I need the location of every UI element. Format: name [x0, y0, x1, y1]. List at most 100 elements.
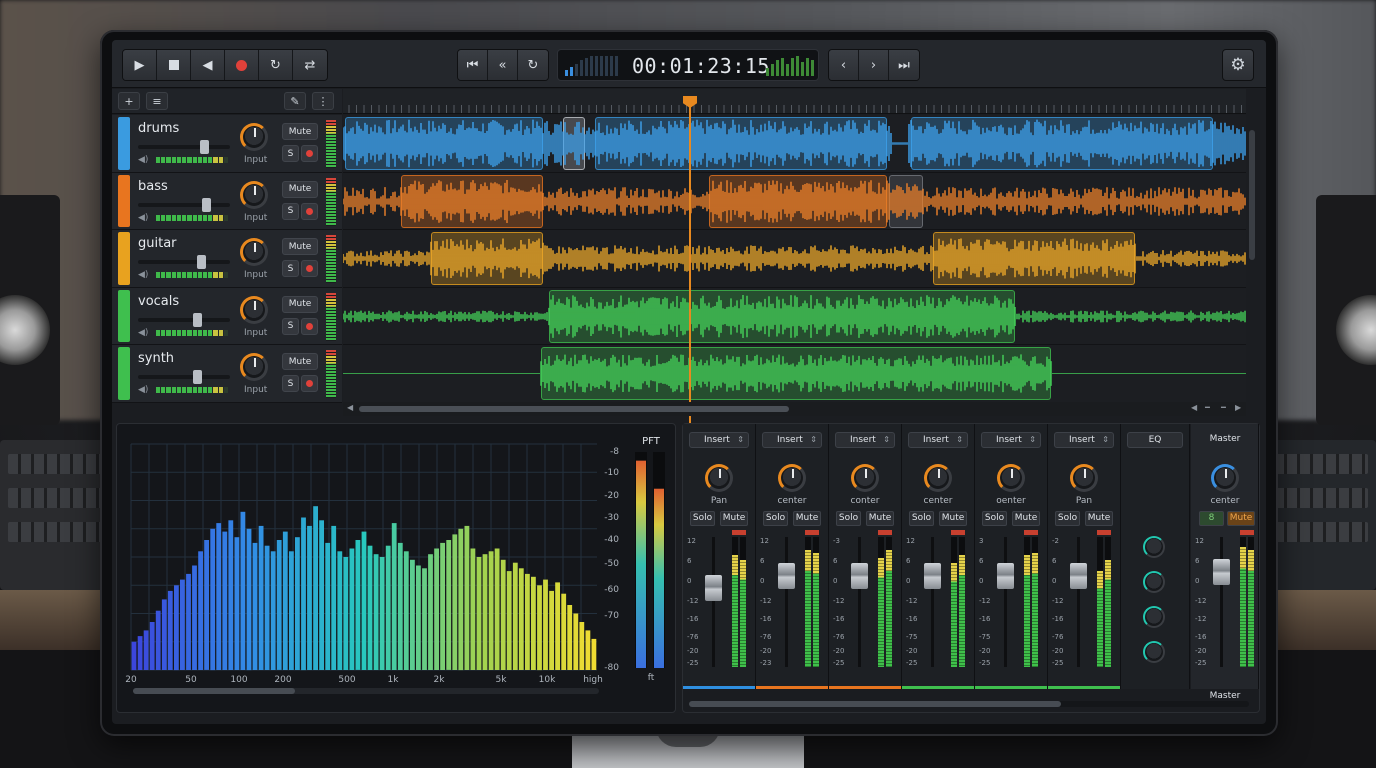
- track-solo-button[interactable]: S: [282, 317, 299, 335]
- fader-track[interactable]: [712, 537, 715, 667]
- channel-fader[interactable]: [778, 563, 795, 589]
- track-volume-slider[interactable]: [138, 255, 230, 269]
- insert-dropdown[interactable]: Insert: [689, 432, 749, 448]
- track-solo-button[interactable]: S: [282, 202, 299, 220]
- track-record-arm-button[interactable]: [301, 260, 318, 277]
- pencil-tool-button[interactable]: ✎: [284, 92, 306, 110]
- eq-knob[interactable]: [1143, 536, 1165, 558]
- play-button[interactable]: ▶: [123, 50, 157, 80]
- lane-synth[interactable]: [343, 345, 1246, 403]
- volume-slider-handle[interactable]: [197, 255, 206, 269]
- track-solo-button[interactable]: S: [282, 375, 299, 392]
- master-mute-button[interactable]: Mute: [1227, 511, 1255, 526]
- timeline-scroll-thumb[interactable]: [359, 406, 789, 412]
- track-mute-button[interactable]: Mute: [282, 123, 318, 140]
- track-list-button[interactable]: ≡: [146, 92, 168, 110]
- stop-button[interactable]: [157, 50, 191, 80]
- channel-fader[interactable]: [924, 563, 941, 589]
- loop-button[interactable]: ↻: [259, 50, 293, 80]
- track-volume-slider[interactable]: [138, 140, 230, 154]
- track-solo-button[interactable]: S: [282, 260, 299, 277]
- track-header-synth[interactable]: synth ◀) Input Mute S: [112, 345, 342, 403]
- pan-knob[interactable]: [851, 464, 879, 492]
- track-input-knob[interactable]: [240, 295, 268, 324]
- record-button[interactable]: [225, 50, 259, 80]
- master-fader-track[interactable]: [1220, 537, 1223, 667]
- eq-knob[interactable]: [1143, 606, 1165, 628]
- track-record-arm-button[interactable]: [301, 145, 318, 162]
- scroll-left-small-icon[interactable]: ◀: [1191, 403, 1197, 412]
- track-input-knob[interactable]: [240, 123, 268, 151]
- pan-knob[interactable]: [705, 464, 733, 492]
- volume-slider-handle[interactable]: [193, 312, 202, 327]
- mute-button[interactable]: Mute: [720, 511, 748, 526]
- scroll-left-icon[interactable]: ◀: [347, 403, 353, 412]
- lane-drums[interactable]: [343, 115, 1246, 173]
- solo-button[interactable]: Solo: [836, 511, 861, 526]
- track-header-bass[interactable]: bass ◀) Input Mute S: [112, 172, 342, 230]
- track-record-arm-button[interactable]: [301, 317, 318, 335]
- solo-button[interactable]: Solo: [763, 511, 788, 526]
- return-button[interactable]: ↻: [518, 50, 548, 80]
- channel-fader[interactable]: [705, 575, 722, 601]
- volume-slider-handle[interactable]: [193, 370, 202, 384]
- eq-button[interactable]: EQ: [1127, 432, 1183, 448]
- track-input-knob[interactable]: [240, 238, 268, 266]
- playhead[interactable]: [683, 96, 697, 443]
- fast-rewind-button[interactable]: «: [488, 50, 518, 80]
- lane-guitar[interactable]: [343, 230, 1246, 288]
- mute-button[interactable]: Mute: [793, 511, 821, 526]
- lane-bass[interactable]: [343, 173, 1246, 230]
- previous-marker-button[interactable]: ‹: [829, 50, 859, 80]
- channel-fader[interactable]: [997, 563, 1014, 589]
- track-volume-slider[interactable]: [138, 197, 230, 212]
- solo-button[interactable]: Solo: [690, 511, 715, 526]
- track-name[interactable]: vocals: [138, 294, 179, 309]
- channel-fader[interactable]: [1070, 563, 1087, 589]
- track-header-guitar[interactable]: guitar ◀) Input Mute S: [112, 230, 342, 288]
- track-volume-slider[interactable]: [138, 312, 230, 327]
- eq-knob[interactable]: [1143, 571, 1165, 593]
- insert-dropdown[interactable]: Insert: [835, 432, 895, 448]
- master-pan-knob[interactable]: [1211, 464, 1239, 492]
- mute-button[interactable]: Mute: [1085, 511, 1113, 526]
- track-name[interactable]: bass: [138, 179, 168, 194]
- settings-button[interactable]: ⚙: [1222, 49, 1254, 81]
- track-mute-button[interactable]: Mute: [282, 180, 318, 198]
- pan-knob[interactable]: [1070, 464, 1098, 492]
- mute-button[interactable]: Mute: [939, 511, 967, 526]
- track-mute-button[interactable]: Mute: [282, 353, 318, 370]
- pan-knob[interactable]: [997, 464, 1025, 492]
- add-track-button[interactable]: +: [118, 92, 140, 110]
- fader-track[interactable]: [1004, 537, 1007, 667]
- track-input-knob[interactable]: [240, 180, 268, 209]
- insert-dropdown[interactable]: Insert: [981, 432, 1041, 448]
- track-mute-button[interactable]: Mute: [282, 295, 318, 313]
- channel-fader[interactable]: [851, 563, 868, 589]
- arrangement-lanes[interactable]: [343, 115, 1246, 403]
- fader-track[interactable]: [858, 537, 861, 667]
- cycle-button[interactable]: ⇄: [293, 50, 327, 80]
- fader-track[interactable]: [931, 537, 934, 667]
- zoom-in-icon[interactable]: ━: [1221, 403, 1226, 412]
- vertical-scrollbar[interactable]: [1249, 130, 1255, 260]
- skip-to-end-button[interactable]: ⏭: [889, 50, 919, 80]
- track-header-vocals[interactable]: vocals ◀) Input Mute S: [112, 287, 342, 345]
- master-solo-button[interactable]: 8: [1199, 511, 1224, 526]
- mute-button[interactable]: Mute: [1012, 511, 1040, 526]
- track-header-drums[interactable]: drums ◀) Input Mute S: [112, 115, 342, 173]
- rewind-to-start-button[interactable]: ◀: [191, 50, 225, 80]
- mixer-horizontal-scrollbar[interactable]: [689, 701, 1249, 707]
- scroll-right-icon[interactable]: ▶: [1235, 403, 1241, 412]
- track-name[interactable]: synth: [138, 351, 174, 366]
- insert-dropdown[interactable]: Insert: [1054, 432, 1114, 448]
- solo-button[interactable]: Solo: [909, 511, 934, 526]
- track-solo-button[interactable]: S: [282, 145, 299, 162]
- mixer-scroll-thumb[interactable]: [689, 701, 1061, 707]
- solo-button[interactable]: Solo: [1055, 511, 1080, 526]
- more-options-button[interactable]: ⋮: [312, 92, 334, 110]
- volume-slider-handle[interactable]: [202, 197, 211, 212]
- pan-knob[interactable]: [924, 464, 952, 492]
- insert-dropdown[interactable]: Insert: [762, 432, 822, 448]
- fader-track[interactable]: [1077, 537, 1080, 667]
